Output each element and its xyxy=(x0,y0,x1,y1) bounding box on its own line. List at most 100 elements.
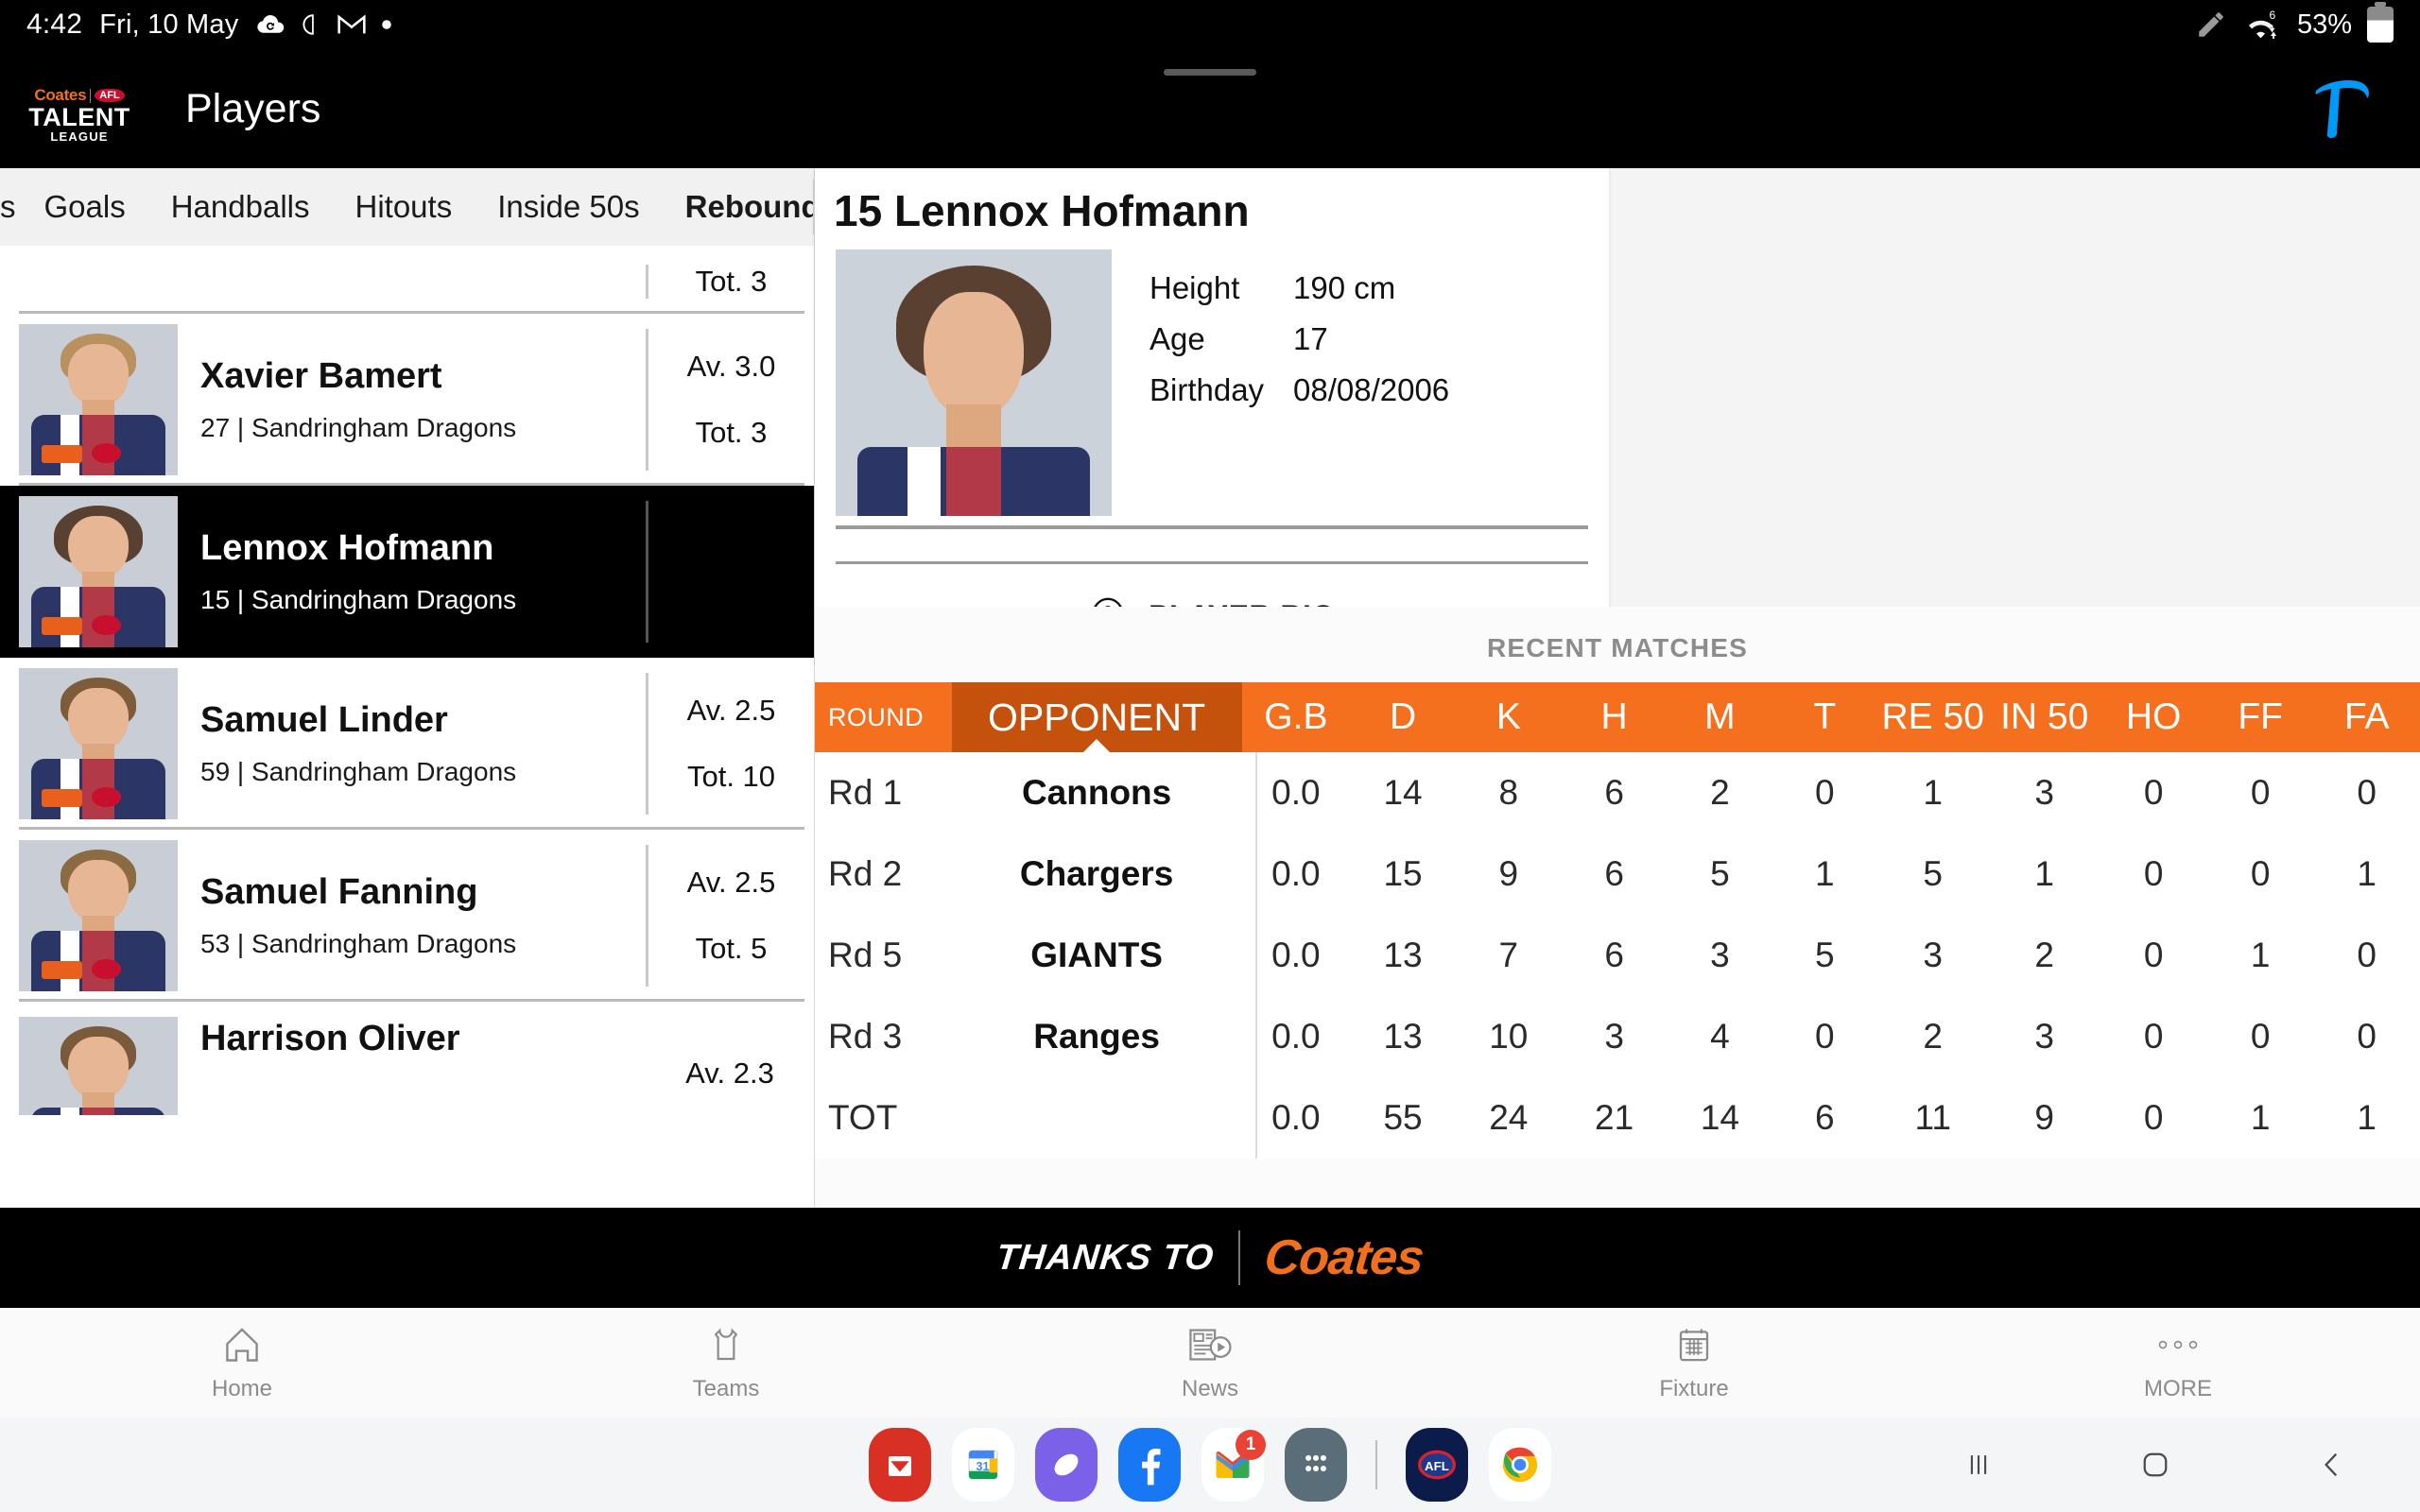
cell-opponent: GIANTS xyxy=(1030,936,1163,974)
cell-k: 24 xyxy=(1489,1098,1529,1137)
detail-body: Height 190 cm Age 17 Birthday 08/08/2006 xyxy=(815,249,1609,516)
calendar-icon[interactable]: 31 xyxy=(952,1428,1014,1502)
newspaper-icon xyxy=(1187,1323,1233,1366)
col-header-ff[interactable]: FF xyxy=(2206,682,2314,752)
sponsor-banner: THANKS TO Coates xyxy=(0,1208,2420,1308)
player-info: Xavier Bamert 27 | Sandringham Dragons xyxy=(178,314,646,486)
nav-item-teams[interactable]: Teams xyxy=(484,1323,968,1402)
player-meta: 15 | Sandringham Dragons xyxy=(200,584,517,614)
svg-text:31: 31 xyxy=(977,1460,990,1473)
app-drawer-icon[interactable] xyxy=(1285,1428,1347,1502)
list-item-player[interactable]: Xavier Bamert 27 | Sandringham Dragons A… xyxy=(0,314,814,486)
col-header-fa[interactable]: FA xyxy=(2313,682,2420,752)
recent-matches-table-scroll[interactable]: ROUND OPPONENT G.B D K H M T RE 50 IN 50… xyxy=(815,682,2420,1159)
status-bar: 4:42 Fri, 10 May 6 53% xyxy=(0,0,2420,49)
system-nav-buttons xyxy=(1891,1436,2420,1493)
player-average: Av. 2.3 xyxy=(685,1057,774,1090)
col-header-k[interactable]: K xyxy=(1455,682,1562,752)
col-header-t[interactable]: T xyxy=(1772,682,1877,752)
cell-t: 6 xyxy=(1815,1098,1835,1137)
list-item-player[interactable]: Samuel Fanning 53 | Sandringham Dragons … xyxy=(0,830,814,1002)
fact-value: 190 cm xyxy=(1293,270,1396,305)
afl-icon[interactable]: AFL xyxy=(1406,1428,1468,1502)
nav-item-home[interactable]: Home xyxy=(0,1323,484,1402)
cell-ff: 0 xyxy=(2250,1017,2271,1056)
col-header-round[interactable]: ROUND xyxy=(815,682,952,752)
nav-item-fixture[interactable]: Fixture xyxy=(1452,1323,1936,1402)
telstra-logo-icon[interactable] xyxy=(2310,76,2371,143)
tab-handballs[interactable]: Handballs xyxy=(148,189,333,225)
status-bar-left: 4:42 Fri, 10 May xyxy=(26,9,393,41)
svg-text:AFL: AFL xyxy=(1425,1459,1449,1473)
list-item-player-selected[interactable]: Lennox Hofmann 15 | Sandringham Dragons xyxy=(0,486,814,658)
player-name: Samuel Linder xyxy=(200,700,448,741)
player-stats: Av. 3.0 Tot. 3 xyxy=(646,329,814,471)
list-item-player[interactable]: Harrison Oliver Av. 2.3 xyxy=(0,1002,814,1115)
outlook-icon[interactable] xyxy=(869,1428,931,1502)
table-row[interactable]: Rd 1 Cannons 0.0 14 8 6 2 0 1 3 0 0 0 xyxy=(815,752,2420,833)
samsung-internet-icon[interactable] xyxy=(1035,1428,1098,1502)
facebook-icon[interactable] xyxy=(1118,1428,1181,1502)
player-thumbnail xyxy=(19,668,178,819)
player-stats: Av. 2.3 xyxy=(646,1017,814,1091)
player-meta: 27 | Sandringham Dragons xyxy=(200,412,517,442)
home-button[interactable] xyxy=(2118,1436,2193,1493)
tab-partial[interactable]: s xyxy=(0,189,22,225)
col-header-ho[interactable]: HO xyxy=(2100,682,2207,752)
gmail-icon[interactable]: 1 xyxy=(1201,1428,1266,1502)
coates-talent-league-logo: Coates AFL TALENT LEAGUE xyxy=(28,77,130,151)
sponsor-coates-logo: Coates xyxy=(1262,1230,1426,1285)
nav-label: Home xyxy=(211,1376,273,1401)
table-row[interactable]: Rd 3 Ranges 0.0 13 10 3 4 0 2 3 0 0 0 xyxy=(815,996,2420,1077)
tab-inside-50s[interactable]: Inside 50s xyxy=(475,189,662,225)
table-row-total[interactable]: TOT 0.0 55 24 21 14 6 11 9 0 1 1 xyxy=(815,1077,2420,1159)
col-header-gb[interactable]: G.B xyxy=(1241,682,1351,752)
cell-re50: 1 xyxy=(1923,773,1943,812)
table-row[interactable]: Rd 5 GIANTS 0.0 13 7 6 3 5 3 2 0 1 0 xyxy=(815,915,2420,996)
back-button[interactable] xyxy=(2294,1436,2370,1493)
col-header-m[interactable]: M xyxy=(1667,682,1773,752)
col-header-d[interactable]: D xyxy=(1350,682,1456,752)
stat-category-tabs[interactable]: s Goals Handballs Hitouts Inside 50s Reb… xyxy=(0,168,814,246)
list-item-player[interactable]: Samuel Linder 59 | Sandringham Dragons A… xyxy=(0,658,814,830)
cell-k: 9 xyxy=(1498,854,1519,893)
tabs-edge-divider xyxy=(813,180,814,234)
player-stats: Tot. 3 xyxy=(646,265,814,299)
cell-opponent: Ranges xyxy=(1033,1017,1160,1056)
table-row[interactable]: Rd 2 Chargers 0.0 15 9 6 5 1 5 1 0 0 1 xyxy=(815,833,2420,915)
taskbar-divider xyxy=(1375,1440,1377,1489)
cell-in50: 1 xyxy=(2034,854,2054,893)
cell-t: 0 xyxy=(1815,1017,1835,1056)
nav-item-more[interactable]: MORE xyxy=(1936,1323,2420,1402)
cell-m: 4 xyxy=(1710,1017,1730,1056)
fact-label: Height xyxy=(1150,270,1240,305)
cell-ff: 0 xyxy=(2250,854,2271,893)
chrome-icon[interactable] xyxy=(1489,1428,1551,1502)
cell-gb: 0.0 xyxy=(1271,773,1321,812)
cell-m: 2 xyxy=(1710,773,1730,812)
nav-item-news[interactable]: News xyxy=(968,1323,1452,1402)
cell-round: TOT xyxy=(828,1098,898,1137)
player-info: Samuel Linder 59 | Sandringham Dragons xyxy=(178,658,646,830)
cell-re50: 5 xyxy=(1923,854,1943,893)
player-thumbnail xyxy=(19,1017,178,1115)
col-header-opponent[interactable]: OPPONENT xyxy=(951,682,1242,752)
cell-opponent: Cannons xyxy=(1021,773,1172,812)
col-header-h[interactable]: H xyxy=(1561,682,1668,752)
col-header-re50[interactable]: RE 50 xyxy=(1876,682,1990,752)
tab-rebound-50s[interactable]: Rebound 50s xyxy=(663,189,814,225)
tab-goals[interactable]: Goals xyxy=(22,189,148,225)
cell-h: 6 xyxy=(1604,854,1624,893)
recents-button[interactable] xyxy=(1941,1436,2016,1493)
nav-label: MORE xyxy=(2144,1376,2212,1401)
cell-fa: 0 xyxy=(2357,936,2377,974)
list-item-partial[interactable]: Tot. 3 xyxy=(0,246,814,314)
cell-fa: 1 xyxy=(2357,1098,2377,1137)
player-facts: Height 190 cm Age 17 Birthday 08/08/2006 xyxy=(1112,249,1449,516)
col-header-in50[interactable]: IN 50 xyxy=(1989,682,2100,752)
window-drag-handle[interactable] xyxy=(1164,69,1256,76)
tab-hitouts[interactable]: Hitouts xyxy=(332,189,475,225)
status-time: 4:42 xyxy=(26,9,83,40)
sponsor-divider xyxy=(1238,1230,1241,1285)
player-total: Tot. 3 xyxy=(695,265,768,298)
